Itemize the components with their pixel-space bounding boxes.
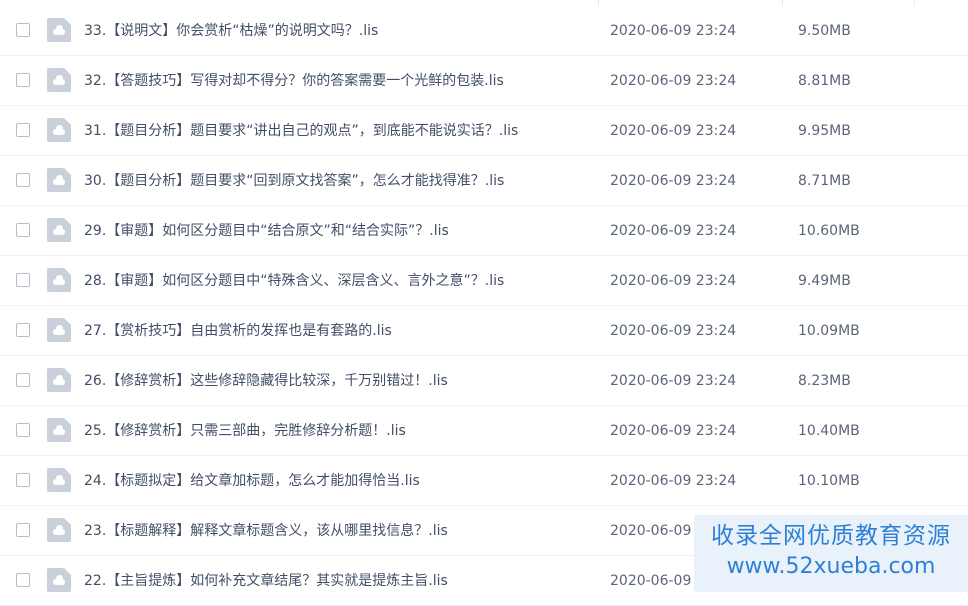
- file-modified-date: 2020-06-09 23:24: [610, 123, 737, 139]
- file-modified-date: 2020-06-09 23:24: [610, 73, 737, 89]
- file-cloud-icon: [47, 18, 71, 42]
- file-row[interactable]: 25.【修辞赏析】只需三部曲，完胜修辞分析题！.lis 2020-06-09 2…: [0, 406, 968, 456]
- file-name[interactable]: 24.【标题拟定】给文章加标题，怎么才能加得恰当.lis: [84, 472, 420, 490]
- row-checkbox[interactable]: [16, 73, 30, 87]
- file-cloud-icon: [47, 568, 71, 592]
- file-modified-date: 2020-06-09 23:24: [610, 173, 737, 189]
- file-name[interactable]: 22.【主旨提炼】如何补充文章结尾？其实就是提炼主旨.lis: [84, 572, 448, 590]
- file-modified-date: 2020-06-09 23:24: [610, 23, 737, 39]
- file-cloud-icon: [47, 368, 71, 392]
- file-row[interactable]: 29.【审题】如何区分题目中“结合原文”和“结合实际”？.lis 2020-06…: [0, 206, 968, 256]
- file-cloud-icon: [47, 118, 71, 142]
- file-row[interactable]: 31.【题目分析】题目要求“讲出自己的观点”，到底能不能说实话？.lis 202…: [0, 106, 968, 156]
- file-name[interactable]: 28.【审题】如何区分题目中“特殊含义、深层含义、言外之意”？.lis: [84, 272, 504, 290]
- watermark-url: www.52xueba.com: [726, 554, 936, 579]
- file-modified-date: 2020-06-09 23:24: [610, 273, 737, 289]
- file-modified-date: 2020-06-09 23:24: [610, 223, 737, 239]
- watermark-banner: 收录全网优质教育资源 www.52xueba.com: [694, 515, 968, 592]
- row-checkbox[interactable]: [16, 373, 30, 387]
- file-cloud-icon: [47, 168, 71, 192]
- file-row[interactable]: 32.【答题技巧】写得对却不得分？你的答案需要一个光鲜的包装.lis 2020-…: [0, 56, 968, 106]
- file-row[interactable]: 26.【修辞赏析】这些修辞隐藏得比较深，千万别错过！.lis 2020-06-0…: [0, 356, 968, 406]
- row-checkbox[interactable]: [16, 323, 30, 337]
- file-modified-date: 2020-06-09: [610, 573, 692, 589]
- file-cloud-icon: [47, 468, 71, 492]
- file-cloud-icon: [47, 68, 71, 92]
- row-checkbox[interactable]: [16, 23, 30, 37]
- file-modified-date: 2020-06-09 23:24: [610, 473, 737, 489]
- file-size: 10.10MB: [798, 473, 860, 489]
- file-row[interactable]: 24.【标题拟定】给文章加标题，怎么才能加得恰当.lis 2020-06-09 …: [0, 456, 968, 506]
- file-size: 8.81MB: [798, 73, 851, 89]
- file-name[interactable]: 32.【答题技巧】写得对却不得分？你的答案需要一个光鲜的包装.lis: [84, 72, 504, 90]
- row-checkbox[interactable]: [16, 473, 30, 487]
- file-row[interactable]: 28.【审题】如何区分题目中“特殊含义、深层含义、言外之意”？.lis 2020…: [0, 256, 968, 306]
- row-checkbox[interactable]: [16, 173, 30, 187]
- watermark-slogan: 收录全网优质教育资源: [711, 523, 951, 549]
- file-cloud-icon: [47, 418, 71, 442]
- file-size: 10.09MB: [798, 323, 860, 339]
- file-row[interactable]: 33.【说明文】你会赏析“枯燥”的说明文吗？.lis 2020-06-09 23…: [0, 6, 968, 56]
- file-cloud-icon: [47, 268, 71, 292]
- file-name[interactable]: 33.【说明文】你会赏析“枯燥”的说明文吗？.lis: [84, 22, 378, 40]
- file-row[interactable]: 27.【赏析技巧】自由赏析的发挥也是有套路的.lis 2020-06-09 23…: [0, 306, 968, 356]
- file-name[interactable]: 23.【标题解释】解释文章标题含义，该从哪里找信息？.lis: [84, 522, 448, 540]
- file-modified-date: 2020-06-09 23:24: [610, 423, 737, 439]
- file-modified-date: 2020-06-09: [610, 523, 692, 539]
- file-name[interactable]: 29.【审题】如何区分题目中“结合原文”和“结合实际”？.lis: [84, 222, 449, 240]
- file-size: 8.23MB: [798, 373, 851, 389]
- file-cloud-icon: [47, 318, 71, 342]
- file-modified-date: 2020-06-09 23:24: [610, 373, 737, 389]
- row-checkbox[interactable]: [16, 123, 30, 137]
- row-checkbox[interactable]: [16, 573, 30, 587]
- file-name[interactable]: 30.【题目分析】题目要求“回到原文找答案”，怎么才能找得准？.lis: [84, 172, 504, 190]
- file-name[interactable]: 31.【题目分析】题目要求“讲出自己的观点”，到底能不能说实话？.lis: [84, 122, 518, 140]
- file-name[interactable]: 26.【修辞赏析】这些修辞隐藏得比较深，千万别错过！.lis: [84, 372, 448, 390]
- file-name[interactable]: 27.【赏析技巧】自由赏析的发挥也是有套路的.lis: [84, 322, 392, 340]
- file-size: 10.60MB: [798, 223, 860, 239]
- file-size: 9.95MB: [798, 123, 851, 139]
- row-checkbox[interactable]: [16, 423, 30, 437]
- row-checkbox[interactable]: [16, 223, 30, 237]
- file-size: 8.71MB: [798, 173, 851, 189]
- file-cloud-icon: [47, 218, 71, 242]
- file-size: 9.50MB: [798, 23, 851, 39]
- row-checkbox[interactable]: [16, 523, 30, 537]
- file-size: 10.40MB: [798, 423, 860, 439]
- file-modified-date: 2020-06-09 23:24: [610, 323, 737, 339]
- file-size: 9.49MB: [798, 273, 851, 289]
- row-checkbox[interactable]: [16, 273, 30, 287]
- file-row[interactable]: 30.【题目分析】题目要求“回到原文找答案”，怎么才能找得准？.lis 2020…: [0, 156, 968, 206]
- file-name[interactable]: 25.【修辞赏析】只需三部曲，完胜修辞分析题！.lis: [84, 422, 406, 440]
- file-cloud-icon: [47, 518, 71, 542]
